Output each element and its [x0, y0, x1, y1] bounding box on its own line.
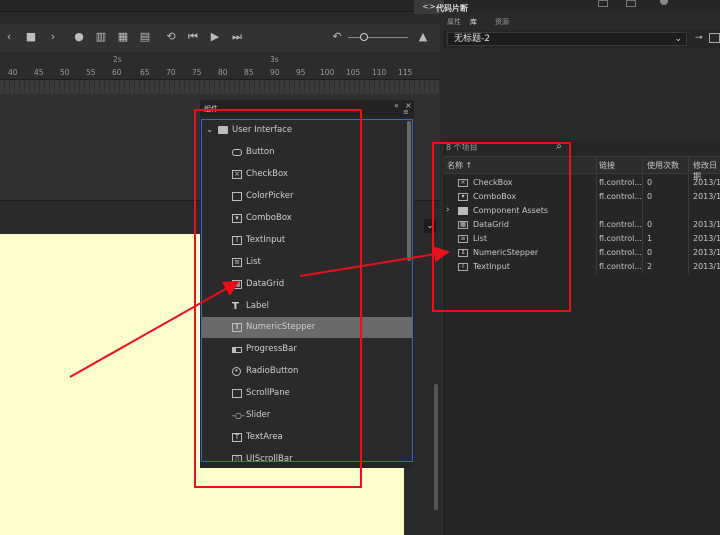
arrow-to-library — [299, 246, 450, 277]
arrow-to-datagrid — [69, 281, 240, 378]
annotation-arrows — [69, 246, 450, 378]
